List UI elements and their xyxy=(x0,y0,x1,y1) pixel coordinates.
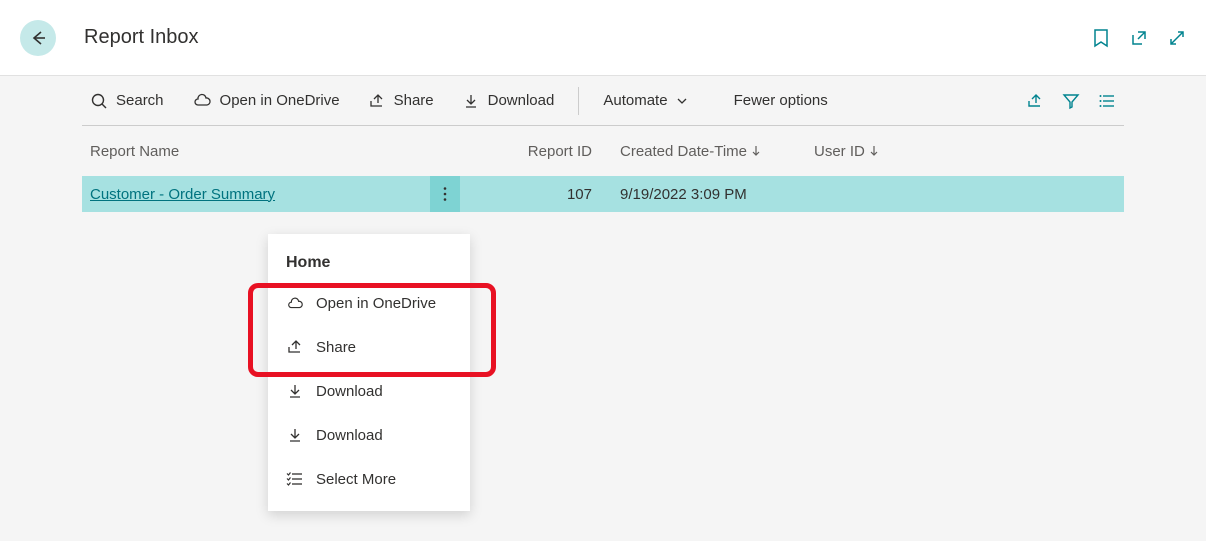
list-view-button[interactable] xyxy=(1098,92,1116,110)
menu-download-2[interactable]: Download xyxy=(268,413,470,457)
menu-item-label: Download xyxy=(316,383,383,400)
page-header: Report Inbox xyxy=(0,0,1206,76)
cloud-icon xyxy=(286,296,304,312)
column-header-user[interactable]: User ID xyxy=(802,143,902,160)
menu-item-label: Open in OneDrive xyxy=(316,295,436,312)
toolbar-divider xyxy=(578,87,579,115)
chevron-down-icon xyxy=(676,95,688,107)
download-icon xyxy=(286,382,304,400)
more-vertical-icon xyxy=(438,185,452,203)
bookmark-button[interactable] xyxy=(1092,28,1110,48)
search-button[interactable]: Search xyxy=(82,76,178,125)
search-label: Search xyxy=(116,92,164,109)
row-more-button[interactable] xyxy=(430,176,460,212)
back-button[interactable] xyxy=(20,20,56,56)
menu-item-label: Select More xyxy=(316,471,396,488)
menu-open-onedrive[interactable]: Open in OneDrive xyxy=(268,282,470,325)
share-icon xyxy=(368,92,386,110)
content-area: Search Open in OneDrive Share Download A… xyxy=(0,76,1206,212)
share-icon xyxy=(1026,92,1044,110)
share-icon xyxy=(286,338,304,356)
sort-down-icon xyxy=(869,145,879,157)
menu-download[interactable]: Download xyxy=(268,369,470,413)
cloud-icon xyxy=(192,93,212,109)
column-header-date[interactable]: Created Date-Time xyxy=(612,143,802,160)
toolbar-right xyxy=(1026,92,1124,110)
list-check-icon xyxy=(286,470,304,488)
download-label: Download xyxy=(488,92,555,109)
share-button[interactable]: Share xyxy=(354,76,448,125)
menu-item-label: Download xyxy=(316,427,383,444)
menu-item-label: Share xyxy=(316,339,356,356)
context-menu-header: Home xyxy=(268,244,470,282)
menu-select-more[interactable]: Select More xyxy=(268,457,470,501)
onedrive-label: Open in OneDrive xyxy=(220,92,340,109)
cell-report-id: 107 xyxy=(522,186,612,203)
table-header: Report Name Report ID Created Date-Time … xyxy=(82,126,1124,176)
automate-label: Automate xyxy=(603,92,667,109)
report-name-link[interactable]: Customer - Order Summary xyxy=(90,186,275,203)
open-onedrive-button[interactable]: Open in OneDrive xyxy=(178,76,354,125)
popout-button[interactable] xyxy=(1130,29,1148,47)
toolbar: Search Open in OneDrive Share Download A… xyxy=(82,76,1124,126)
share-page-button[interactable] xyxy=(1026,92,1044,110)
cell-date: 9/19/2022 3:09 PM xyxy=(612,186,802,203)
header-actions xyxy=(1092,28,1186,48)
list-icon xyxy=(1098,92,1116,110)
filter-icon xyxy=(1062,92,1080,110)
download-icon xyxy=(462,92,480,110)
column-header-id[interactable]: Report ID xyxy=(522,143,612,160)
popout-icon xyxy=(1130,29,1148,47)
menu-share[interactable]: Share xyxy=(268,325,470,369)
search-icon xyxy=(90,92,108,110)
table-row[interactable]: Customer - Order Summary 107 9/19/2022 3… xyxy=(82,176,1124,212)
context-menu: Home Open in OneDrive Share Download Dow… xyxy=(268,234,470,511)
bookmark-icon xyxy=(1092,28,1110,48)
filter-button[interactable] xyxy=(1062,92,1080,110)
page-title: Report Inbox xyxy=(84,26,1092,49)
column-header-name[interactable]: Report Name xyxy=(82,143,522,160)
fewer-options-label: Fewer options xyxy=(734,92,828,109)
expand-icon xyxy=(1168,29,1186,47)
share-label: Share xyxy=(394,92,434,109)
automate-button[interactable]: Automate xyxy=(589,76,701,125)
fewer-options-button[interactable]: Fewer options xyxy=(720,76,842,125)
download-button[interactable]: Download xyxy=(448,76,569,125)
expand-button[interactable] xyxy=(1168,29,1186,47)
arrow-left-icon xyxy=(29,29,47,47)
sort-down-icon xyxy=(751,145,761,157)
download-icon xyxy=(286,426,304,444)
